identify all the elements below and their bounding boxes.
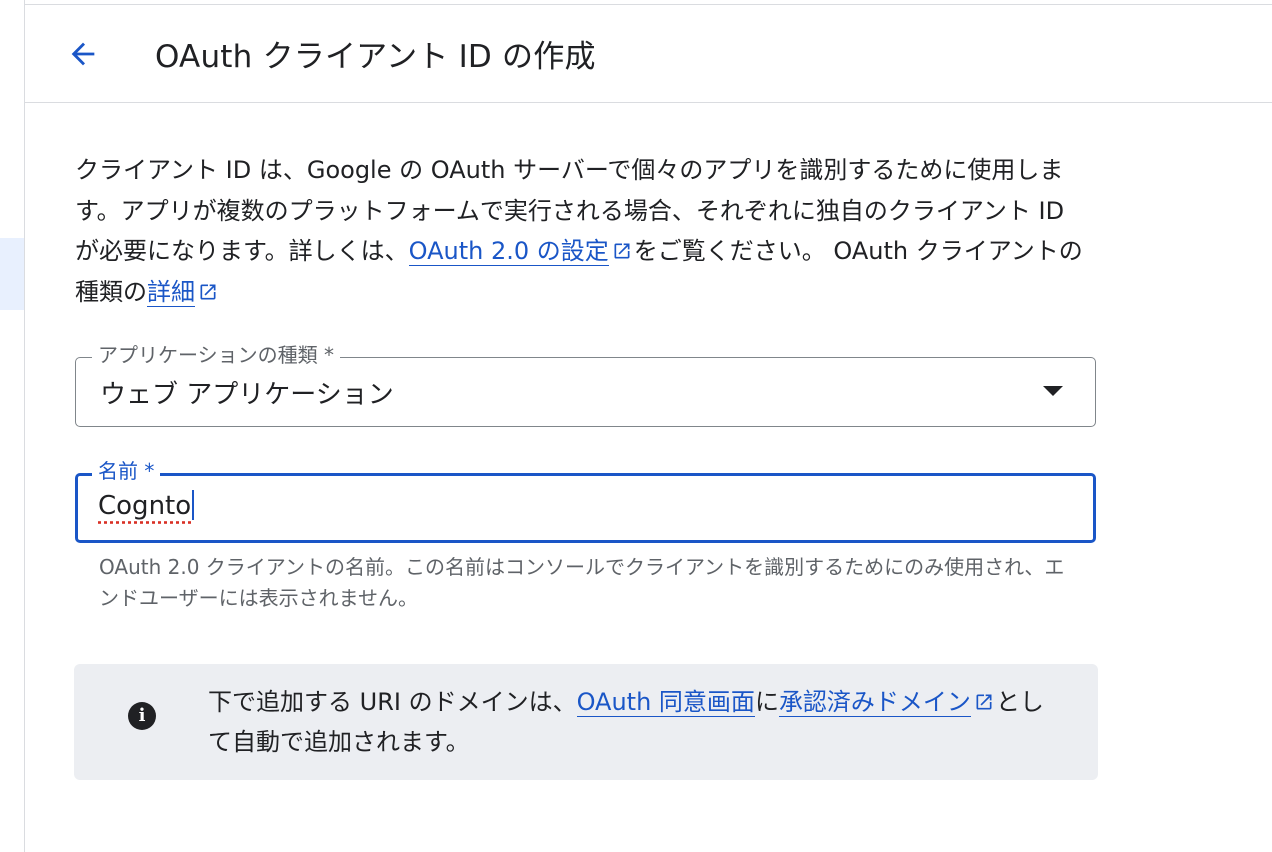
name-value-wrapper[interactable]: Cognto bbox=[98, 490, 195, 521]
authorized-domains-link[interactable]: 承認済みドメイン bbox=[778, 688, 971, 717]
application-type-label: アプリケーションの種類 * bbox=[92, 343, 340, 367]
open-in-new-icon bbox=[200, 284, 216, 299]
info-banner-text: 下で追加する URI のドメインは、OAuth 同意画面に承認済みドメイン として… bbox=[208, 682, 1058, 762]
info-text-part-2: に bbox=[754, 688, 779, 716]
left-navigation-rail bbox=[0, 0, 25, 852]
arrow-back-icon bbox=[71, 42, 95, 66]
application-type-value: ウェブ アプリケーション bbox=[100, 380, 394, 410]
oauth-settings-link[interactable]: OAuth 2.0 の設定 bbox=[408, 237, 609, 266]
page-title: OAuth クライアント ID の作成 bbox=[155, 39, 596, 75]
name-helper-text: OAuth 2.0 クライアントの名前。この名前はコンソールでクライアントを識別… bbox=[99, 555, 1065, 610]
name-label: 名前 * bbox=[92, 459, 161, 483]
application-type-select[interactable]: アプリケーションの種類 * ウェブ アプリケーション bbox=[75, 343, 1096, 427]
rail-active-item[interactable] bbox=[0, 238, 24, 310]
info-text-part-1: 下で追加する URI のドメインは、 bbox=[208, 688, 577, 716]
description-text: クライアント ID は、Google の OAuth サーバーで個々のアプリを識… bbox=[75, 150, 1095, 312]
open-in-new-icon bbox=[976, 694, 992, 710]
oauth-consent-screen-link[interactable]: OAuth 同意画面 bbox=[576, 688, 755, 717]
text-cursor bbox=[192, 490, 195, 520]
page-header: OAuth クライアント ID の作成 bbox=[25, 5, 1272, 103]
name-value[interactable]: Cognto bbox=[98, 491, 191, 521]
name-input[interactable]: 名前 * Cognto bbox=[75, 459, 1096, 543]
info-icon: i bbox=[128, 702, 156, 730]
dropdown-arrow-icon[interactable] bbox=[1043, 386, 1063, 396]
details-link[interactable]: 詳細 bbox=[147, 277, 195, 307]
back-button[interactable] bbox=[63, 34, 103, 74]
info-banner: i 下で追加する URI のドメインは、OAuth 同意画面に承認済みドメインと… bbox=[74, 664, 1098, 780]
open-in-new-icon bbox=[614, 243, 630, 259]
